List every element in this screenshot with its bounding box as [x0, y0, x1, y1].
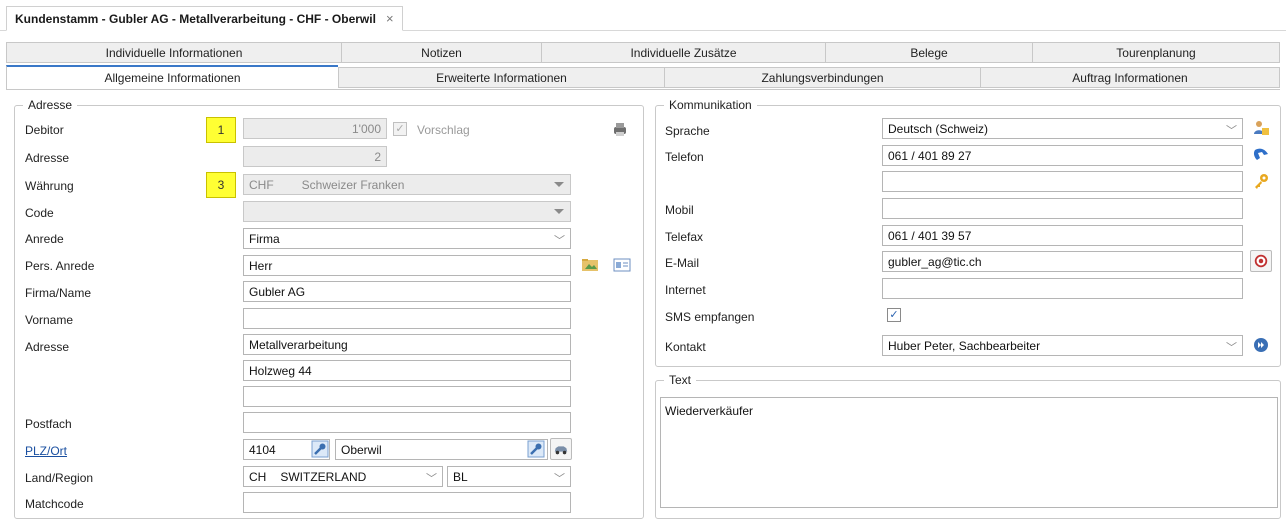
- tab-tourenplanung[interactable]: Tourenplanung: [1032, 42, 1280, 63]
- postfach-label: Postfach: [25, 417, 72, 431]
- plz-ort-link[interactable]: PLZ/Ort: [25, 444, 67, 458]
- sms-label: SMS empfangen: [665, 310, 755, 324]
- marker-debitor: 1: [206, 117, 236, 143]
- telefon-field[interactable]: 061 / 401 89 27: [882, 145, 1243, 166]
- pers-anrede-field[interactable]: Herr: [243, 255, 571, 276]
- adresse-line1-field[interactable]: Metallverarbeitung: [243, 334, 571, 355]
- debitor-label: Debitor: [25, 123, 64, 137]
- waehrung-code: CHF: [249, 177, 274, 192]
- chevron-down-icon: ﹀: [1226, 125, 1237, 137]
- tab-row-2: Allgemeine Informationen Erweiterte Info…: [6, 65, 1280, 90]
- adresse-line2-field[interactable]: Holzweg 44: [243, 360, 571, 381]
- land-code: CH: [249, 469, 267, 484]
- email-label: E-Mail: [665, 256, 700, 270]
- adresse-nr-label: Adresse: [25, 151, 70, 165]
- dropdown-arrow-icon: [554, 209, 564, 214]
- land-select[interactable]: CH SWITZERLAND ﹀: [243, 466, 443, 487]
- vorname-field[interactable]: [243, 308, 571, 329]
- phone-icon[interactable]: [1250, 144, 1272, 166]
- vorname-label: Vorname: [25, 313, 74, 327]
- tab-notizen[interactable]: Notizen: [341, 42, 541, 63]
- kontakt-select[interactable]: Huber Peter, Sachbearbeiter ﹀: [882, 335, 1243, 356]
- anrede-select[interactable]: Firma ﹀: [243, 228, 571, 249]
- tab-individuelle-informationen[interactable]: Individuelle Informationen: [6, 42, 341, 63]
- matchcode-field[interactable]: [243, 492, 571, 513]
- document-tab-bar: Kundenstamm - Gubler AG - Metallverarbei…: [0, 0, 1286, 31]
- address-card-icon[interactable]: [611, 254, 633, 276]
- tab-row-1: Individuelle Informationen Notizen Indiv…: [6, 42, 1280, 63]
- region-select[interactable]: BL ﹀: [447, 466, 571, 487]
- text-group-title: Text: [664, 373, 697, 387]
- land-name: SWITZERLAND: [280, 469, 367, 484]
- chevron-down-icon: ﹀: [554, 473, 565, 485]
- tab-individuelle-zusaetze[interactable]: Individuelle Zusätze: [541, 42, 825, 63]
- waehrung-select[interactable]: CHF Schweizer Franken: [243, 174, 571, 195]
- vorschlag-checkbox[interactable]: ✓: [393, 122, 407, 136]
- sprache-value: Deutsch (Schweiz): [888, 121, 989, 136]
- key-icon[interactable]: [1250, 170, 1272, 192]
- marker-waehrung: 3: [206, 172, 236, 198]
- chevron-down-icon: ﹀: [1226, 342, 1237, 354]
- sms-checkbox[interactable]: ✓: [887, 308, 901, 322]
- tab-erweiterte-informationen[interactable]: Erweiterte Informationen: [338, 67, 664, 88]
- internet-label: Internet: [665, 283, 706, 297]
- email-send-icon[interactable]: [1250, 250, 1272, 272]
- mobil-label: Mobil: [665, 203, 694, 217]
- email-field[interactable]: gubler_ag@tic.ch: [882, 251, 1243, 272]
- user-language-icon[interactable]: [1250, 117, 1272, 139]
- ort-value: Oberwil: [341, 442, 382, 457]
- adresse-label: Adresse: [25, 340, 70, 354]
- sprache-select[interactable]: Deutsch (Schweiz) ﹀: [882, 118, 1243, 139]
- code-label: Code: [25, 206, 54, 220]
- region-value: BL: [453, 469, 468, 484]
- firma-name-field[interactable]: Gubler AG: [243, 281, 571, 302]
- sprache-label: Sprache: [665, 124, 710, 138]
- telefax-label: Telefax: [665, 230, 704, 244]
- code-select[interactable]: [243, 201, 571, 222]
- anrede-label: Anrede: [25, 232, 64, 246]
- pers-anrede-label: Pers. Anrede: [25, 259, 95, 273]
- document-tab[interactable]: Kundenstamm - Gubler AG - Metallverarbei…: [6, 6, 403, 31]
- kontakt-label: Kontakt: [665, 340, 706, 354]
- tab-belege[interactable]: Belege: [825, 42, 1032, 63]
- waehrung-name: Schweizer Franken: [301, 177, 405, 192]
- tab-auftrag-informationen[interactable]: Auftrag Informationen: [980, 67, 1280, 88]
- tab-allgemeine-informationen[interactable]: Allgemeine Informationen: [6, 65, 338, 90]
- land-region-label: Land/Region: [25, 471, 94, 485]
- plz-value: 4104: [249, 442, 276, 457]
- tab-zahlungsverbindungen[interactable]: Zahlungsverbindungen: [664, 67, 980, 88]
- anrede-value: Firma: [249, 231, 280, 246]
- text-area[interactable]: Wiederverkäufer: [660, 397, 1278, 508]
- ort-field[interactable]: Oberwil: [335, 439, 548, 460]
- telefax-field[interactable]: 061 / 401 39 57: [882, 225, 1243, 246]
- matchcode-label: Matchcode: [25, 497, 84, 511]
- adresse-line3-field[interactable]: [243, 386, 571, 407]
- adresse-nr-field[interactable]: 2: [243, 146, 387, 167]
- printer-icon[interactable]: [609, 118, 631, 140]
- close-icon[interactable]: ×: [386, 11, 394, 26]
- wrench-icon[interactable]: [309, 438, 331, 460]
- car-icon[interactable]: [550, 438, 572, 460]
- firma-name-label: Firma/Name: [25, 286, 92, 300]
- kontakt-value: Huber Peter, Sachbearbeiter: [888, 338, 1041, 353]
- kommunikation-group-title: Kommunikation: [664, 98, 757, 112]
- telefon2-field[interactable]: [882, 171, 1243, 192]
- adresse-group-title: Adresse: [23, 98, 78, 112]
- chevron-down-icon: ﹀: [426, 473, 437, 485]
- folder-picture-icon[interactable]: [579, 254, 601, 276]
- internet-field[interactable]: [882, 278, 1243, 299]
- wrench-icon[interactable]: [525, 438, 547, 460]
- waehrung-label: Währung: [25, 179, 74, 193]
- tab-content-divider: [6, 89, 1280, 90]
- debitor-field[interactable]: 1'000: [243, 118, 387, 139]
- dropdown-arrow-icon: [554, 182, 564, 187]
- vorschlag-label: Vorschlag: [417, 123, 470, 137]
- postfach-field[interactable]: [243, 412, 571, 433]
- telefon-label: Telefon: [665, 150, 704, 164]
- document-tab-title: Kundenstamm - Gubler AG - Metallverarbei…: [15, 11, 376, 26]
- chevron-down-icon: ﹀: [554, 235, 565, 247]
- mobil-field[interactable]: [882, 198, 1243, 219]
- forward-icon[interactable]: [1250, 334, 1272, 356]
